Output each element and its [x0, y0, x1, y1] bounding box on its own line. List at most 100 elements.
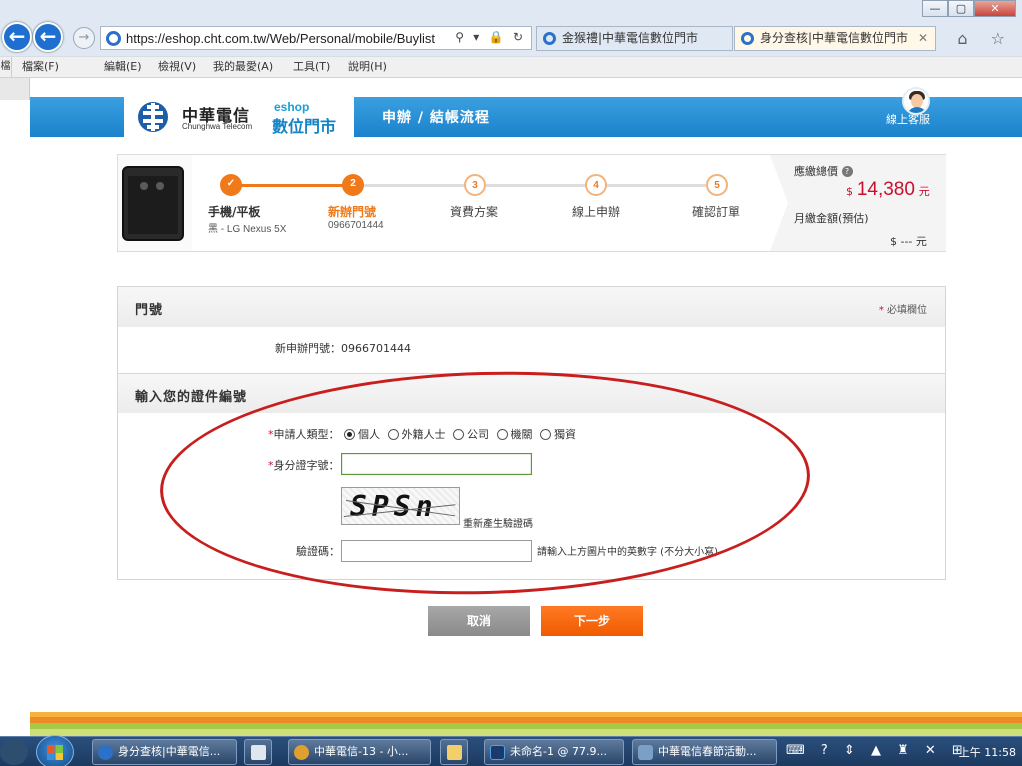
new-number-value: 0966701444 [341, 342, 411, 355]
system-tray-icons[interactable]: ⌨ ? ⇕ ▲ ♜ ✕ ⊞ [786, 743, 969, 758]
captcha-image: SPSn [341, 487, 460, 525]
cancel-button[interactable]: 取消 [428, 606, 530, 636]
taskbar-left-edge [0, 739, 28, 765]
logo-text-en: Chunghwa Telecom [182, 122, 253, 131]
taskbar-clock[interactable]: 上午 11:58 [959, 744, 1016, 760]
radio-label: 機關 [510, 428, 533, 441]
id-number-input[interactable] [341, 453, 532, 475]
menu-help[interactable]: 說明(H) [348, 57, 387, 77]
monthly-label: 月繳金額(預估) [794, 212, 869, 225]
radio-agency[interactable]: 機關 [496, 426, 533, 442]
menu-file[interactable]: 檔案(F) [22, 57, 59, 77]
window-icon [251, 745, 266, 760]
id-number-text: 身分證字號： [273, 459, 340, 472]
step-4-circle: 4 [585, 174, 607, 196]
eshop-text-en: eshop [274, 100, 310, 114]
total-unit: 元 [918, 185, 930, 198]
radio-company[interactable]: 公司 [453, 426, 489, 442]
step-2-number: 0966701444 [328, 220, 384, 231]
task-cht-13[interactable]: 中華電信-13 - 小... [288, 739, 431, 765]
radio-sole-proprietor[interactable]: 獨資 [540, 426, 576, 442]
task-photoshop[interactable]: 未命名-1 @ 77.9... [484, 739, 624, 765]
home-favorites-icons[interactable]: ⌂ ☆ [957, 29, 1014, 48]
applicant-type-radios: 個人 外籍人士 公司 機關 獨資 [344, 426, 580, 442]
tab-close-icon[interactable]: ✕ [918, 27, 928, 50]
applicant-type-label: *申請人類型： [268, 426, 340, 442]
photoshop-icon [490, 745, 505, 760]
back-button[interactable]: ← [33, 22, 63, 52]
product-model: 黑 - LG Nexus 5X [208, 224, 287, 235]
address-url[interactable]: https://eshop.cht.com.tw/Web/Personal/mo… [126, 31, 435, 46]
menu-favorites[interactable]: 我的最愛(A) [213, 57, 273, 77]
phone-screen [128, 176, 178, 234]
window-controls: — ▢ ✕ [922, 0, 1016, 18]
radio-button[interactable] [540, 429, 551, 440]
task-window-icon[interactable] [244, 739, 272, 765]
required-note-text: 必填欄位 [887, 305, 927, 316]
progress-steps: ✓ 2 3 4 5 手機/平板 黑 - LG Nexus 5X 新辦門號 096… [192, 155, 772, 251]
step-2-circle: 2 [342, 174, 364, 196]
address-bar[interactable]: https://eshop.cht.com.tw/Web/Personal/mo… [100, 26, 532, 50]
total-price: $ 14,380 元 [846, 179, 930, 201]
product-phone-image [122, 166, 184, 241]
task-label: 中華電信春節活動... [658, 745, 757, 758]
back-button-left[interactable]: ← [2, 22, 32, 52]
next-step-button[interactable]: 下一步 [541, 606, 643, 636]
windows-logo-icon-lower [47, 753, 63, 760]
forward-button[interactable]: → [73, 27, 95, 49]
tab-favicon-icon [543, 32, 556, 45]
phone-camera [140, 182, 148, 190]
task-label: 中華電信-13 - 小... [314, 745, 409, 758]
total-label-text: 應繳總價 [794, 165, 838, 178]
tab-label: 金猴禮|中華電信數位門市 [562, 31, 699, 45]
radio-label: 獨資 [554, 428, 576, 441]
close-window-button[interactable]: ✕ [974, 0, 1016, 17]
radio-button[interactable] [344, 429, 355, 440]
radio-button[interactable] [453, 429, 464, 440]
radio-personal[interactable]: 個人 [344, 426, 380, 442]
windows-taskbar: 身分查核|中華電信... 中華電信-13 - 小... 未命名-1 @ 77.9… [0, 735, 1022, 766]
menu-bar: 檔 檔案(F) 編輯(E) 檢視(V) 我的最愛(A) 工具(T) 說明(H) [0, 56, 1022, 77]
step-1-check-icon: ✓ [220, 174, 242, 196]
price-summary: 應繳總價 ? $ 14,380 元 月繳金額(預估) $ --- 元 [770, 155, 946, 251]
menu-edit[interactable]: 編輯(E) [104, 57, 142, 77]
help-icon[interactable]: ? [841, 166, 853, 177]
task-cht-spring[interactable]: 中華電信春節活動... [632, 739, 777, 765]
tab-identity-check[interactable]: 身分查核|中華電信數位門市 ✕ [734, 26, 936, 51]
tab-gold-monkey[interactable]: 金猴禮|中華電信數位門市 [536, 26, 733, 51]
document-icon [638, 745, 653, 760]
captcha-hint: 請輸入上方圖片中的英數字 (不分大小寫) [537, 547, 718, 558]
menu-view[interactable]: 檢視(V) [158, 57, 196, 77]
total-currency: $ [846, 185, 853, 198]
radio-button[interactable] [496, 429, 508, 440]
site-header: 中華電信 Chunghwa Telecom eshop 數位門市 申辦 / 結帳… [30, 87, 1022, 137]
radio-button[interactable] [387, 429, 399, 440]
radio-label: 個人 [358, 428, 380, 441]
maximize-button[interactable]: ▢ [948, 0, 974, 17]
menu-tools[interactable]: 工具(T) [293, 57, 330, 77]
section-number-header: 門號 * 必填欄位 [118, 287, 945, 327]
online-support-link[interactable]: 線上客服 [886, 111, 930, 127]
cht-logo-icon [138, 102, 168, 132]
captcha-input[interactable] [341, 540, 532, 562]
section-id-header: 輸入您的證件編號 [118, 373, 945, 413]
task-label: 身分查核|中華電信... [118, 745, 221, 758]
id-number-label: *身分證字號： [268, 457, 340, 473]
radio-label: 公司 [467, 428, 489, 441]
monthly-value: $ --- 元 [890, 235, 927, 248]
address-tools-icons[interactable]: ⚲ ▾ 🔒 ↻ [455, 30, 526, 44]
step-3-circle: 3 [464, 174, 486, 196]
total-price-label: 應繳總價 ? [794, 163, 853, 179]
task-folder-icon[interactable] [440, 739, 468, 765]
footer-decoration [30, 712, 1022, 736]
section-id-title: 輸入您的證件編號 [135, 390, 248, 405]
radio-label: 外籍人士 [401, 428, 446, 441]
start-button[interactable] [36, 735, 74, 766]
minimize-button[interactable]: — [922, 0, 948, 17]
step-5-label: 確認訂單 [692, 205, 741, 219]
task-ie-identity[interactable]: 身分查核|中華電信... [92, 739, 237, 765]
logo[interactable]: 中華電信 Chunghwa Telecom eshop 數位門市 [124, 97, 354, 137]
radio-foreigner[interactable]: 外籍人士 [387, 426, 446, 442]
left-sidebar-fold [0, 78, 30, 100]
regenerate-captcha-link[interactable]: 重新產生驗證碼 [463, 515, 533, 530]
